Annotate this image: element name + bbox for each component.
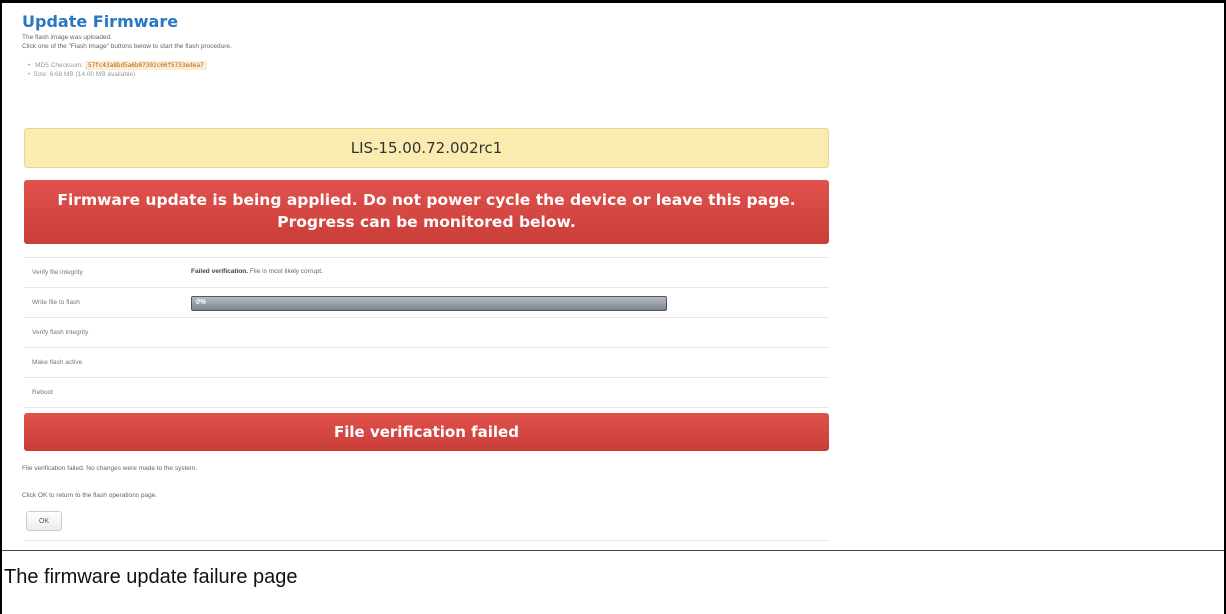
step-label: Verify flash integrity bbox=[32, 329, 89, 336]
step-row-reboot: Reboot bbox=[24, 378, 829, 408]
step-label: Make flash active bbox=[32, 359, 83, 366]
step-status: Failed verification. File is most likely… bbox=[191, 268, 323, 275]
step-row-write-flash: Write file to flash 0% bbox=[24, 288, 829, 318]
intro-line-1: The flash image was uploaded. bbox=[22, 34, 112, 41]
failure-message: File verification failed. No changes wer… bbox=[22, 465, 198, 472]
checksum-label: MD5 Checksum: bbox=[35, 62, 84, 69]
ok-button[interactable]: OK bbox=[26, 511, 62, 531]
version-banner: LIS-15.00.72.002rc1 bbox=[24, 128, 829, 168]
size-item: Size: 6.68 MB (14.00 MB available) bbox=[28, 70, 830, 79]
ok-hint-text: Click OK to return to the flash operatio… bbox=[22, 492, 158, 499]
intro-line-2: Click one of the "Flash Image" buttons b… bbox=[22, 43, 232, 50]
warning-line-2: Progress can be monitored below. bbox=[277, 213, 576, 231]
image-facts-list: MD5 Checksum: 57fc43a8bd5a6b07302c60f573… bbox=[22, 61, 830, 79]
firmware-update-panel: Update Firmware The flash image was uplo… bbox=[22, 12, 830, 541]
step-status-bold: Failed verification. bbox=[191, 268, 249, 275]
progress-steps-table: Verify file integrity Failed verificatio… bbox=[24, 257, 829, 408]
caption-divider bbox=[2, 550, 1224, 551]
failure-banner: File verification failed bbox=[24, 413, 829, 451]
warning-line-1: Firmware update is being applied. Do not… bbox=[57, 191, 796, 209]
step-row-verify-flash: Verify flash integrity bbox=[24, 318, 829, 348]
progress-percent: 0% bbox=[196, 299, 207, 306]
step-status-detail: File is most likely corrupt. bbox=[248, 268, 323, 275]
step-row-verify-file: Verify file integrity Failed verificatio… bbox=[24, 258, 829, 288]
step-row-make-active: Make flash active bbox=[24, 348, 829, 378]
step-label: Verify file integrity bbox=[32, 269, 83, 276]
checksum-item: MD5 Checksum: 57fc43a8bd5a6b07302c60f573… bbox=[28, 61, 830, 70]
step-label: Write file to flash bbox=[32, 299, 80, 306]
step-label: Reboot bbox=[32, 389, 53, 396]
figure-caption: The firmware update failure page bbox=[4, 566, 298, 588]
write-progress-bar: 0% bbox=[191, 296, 667, 311]
bottom-divider bbox=[24, 540, 829, 541]
intro-text: The flash image was uploaded. Click one … bbox=[22, 33, 830, 51]
checksum-value: 57fc43a8bd5a6b07302c60f5733edea7 bbox=[84, 61, 207, 70]
warning-banner: Firmware update is being applied. Do not… bbox=[24, 180, 829, 244]
page-title: Update Firmware bbox=[22, 12, 179, 31]
